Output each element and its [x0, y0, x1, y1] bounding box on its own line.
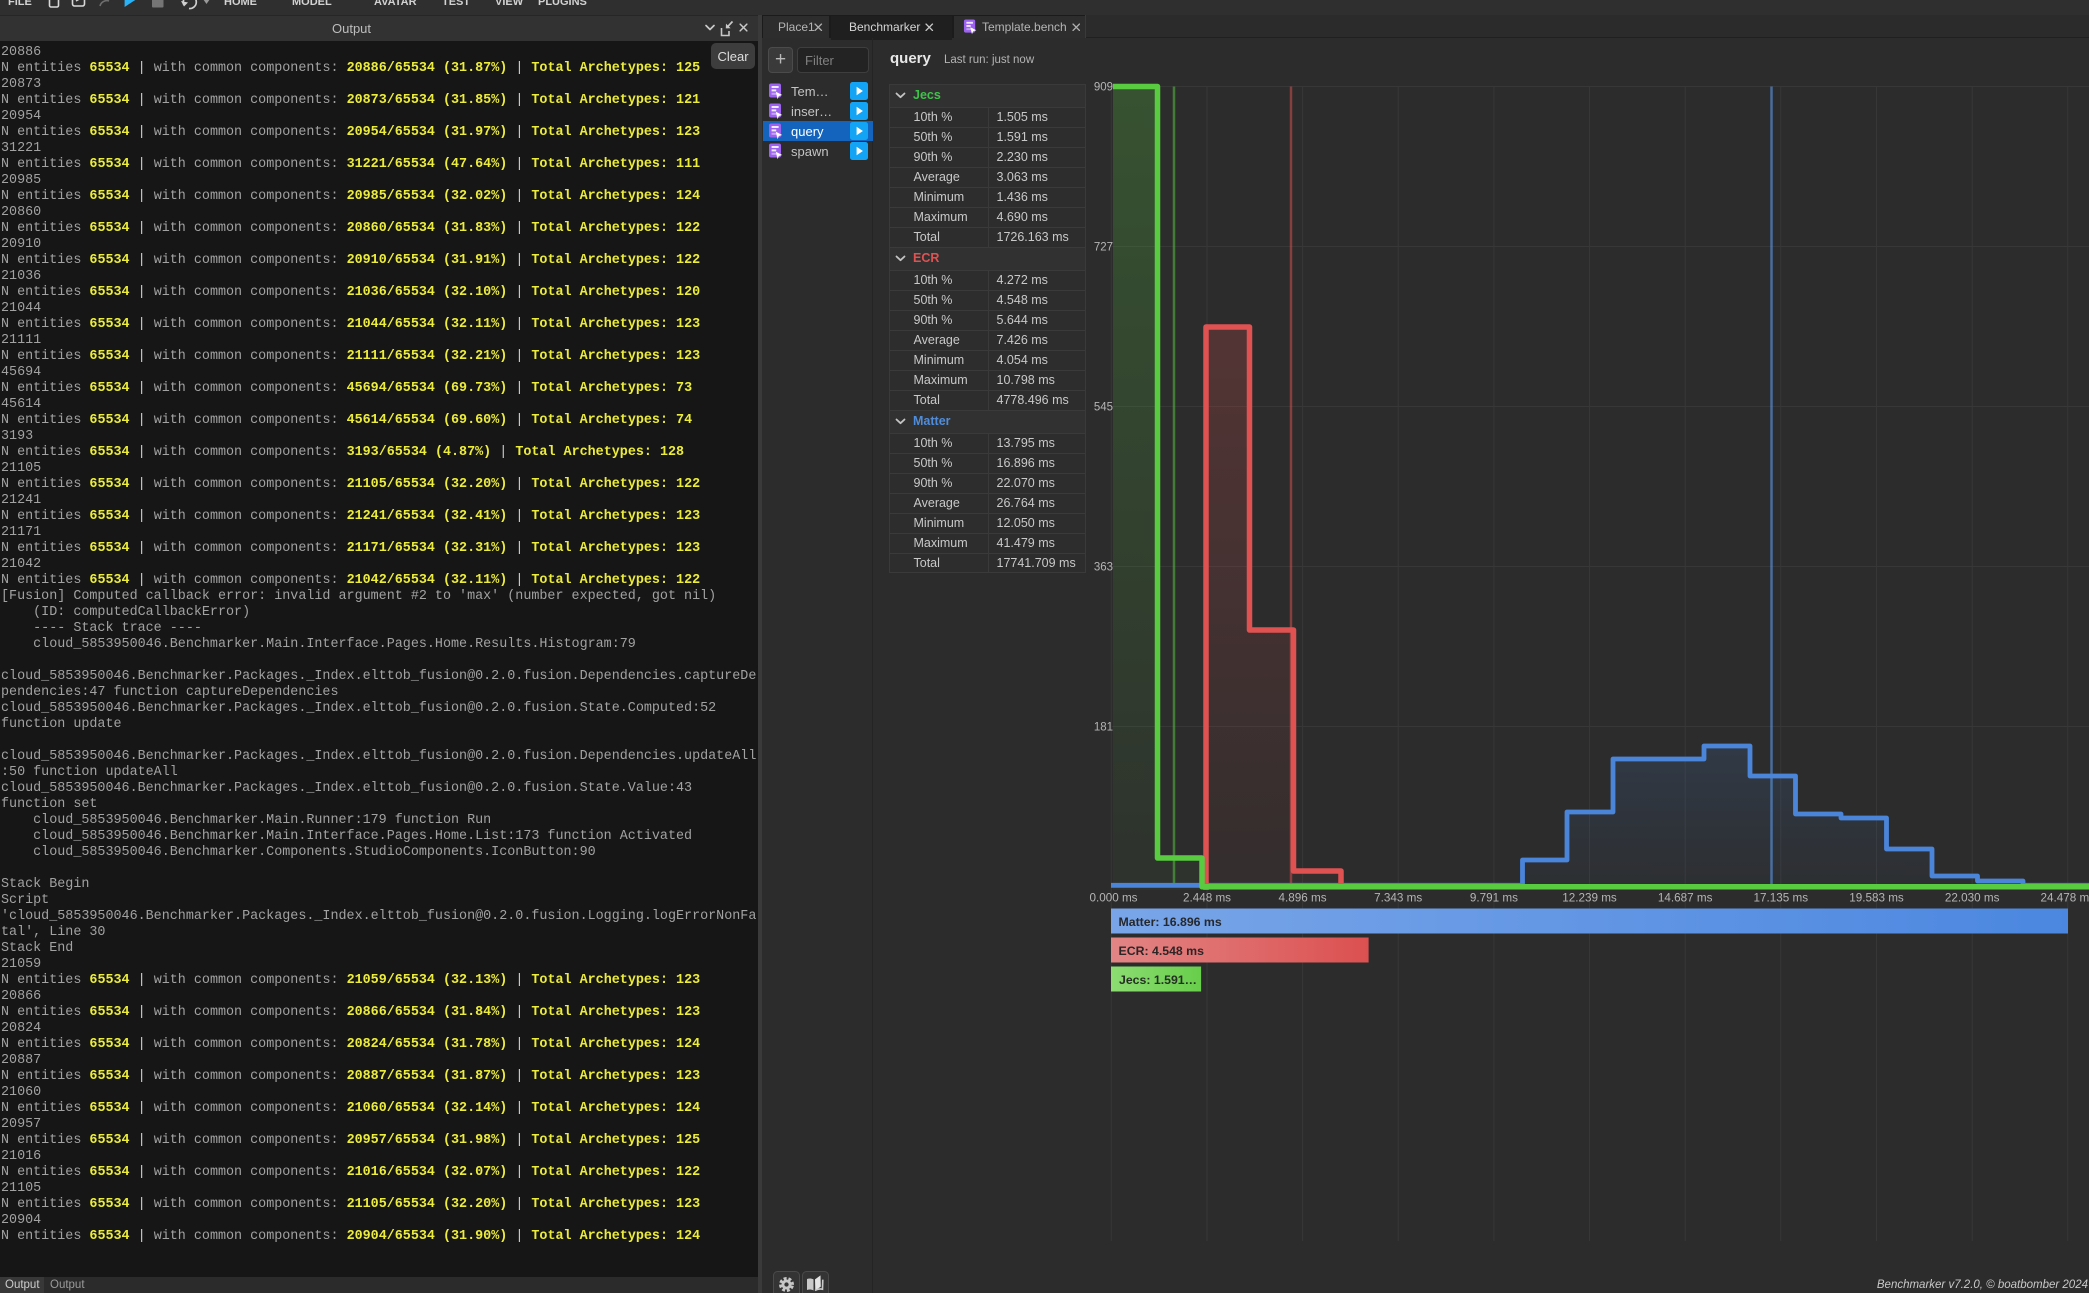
svg-text:7.343 ms: 7.343 ms: [1374, 892, 1422, 905]
svg-text:2.448 ms: 2.448 ms: [1183, 892, 1231, 905]
svg-text:545: 545: [1094, 402, 1113, 414]
svg-text:4.896 ms: 4.896 ms: [1279, 892, 1327, 905]
svg-text:909: 909: [1094, 82, 1113, 94]
svg-text:Jecs: 1.591…: Jecs: 1.591…: [1119, 973, 1197, 987]
svg-text:12.239 ms: 12.239 ms: [1562, 892, 1617, 905]
svg-text:22.030 ms: 22.030 ms: [1945, 892, 2000, 905]
svg-text:0.000 ms: 0.000 ms: [1089, 892, 1137, 905]
svg-text:363: 363: [1094, 562, 1113, 574]
svg-text:19.583 ms: 19.583 ms: [1849, 892, 1904, 905]
svg-text:ECR: 4.548 ms: ECR: 4.548 ms: [1119, 944, 1205, 958]
svg-text:9.791 ms: 9.791 ms: [1470, 892, 1518, 905]
svg-text:24.478 ms: 24.478 ms: [2041, 892, 2089, 905]
svg-text:Matter: 16.896 ms: Matter: 16.896 ms: [1119, 915, 1222, 929]
svg-text:181: 181: [1094, 722, 1113, 734]
svg-text:17.135 ms: 17.135 ms: [1754, 892, 1809, 905]
svg-text:14.687 ms: 14.687 ms: [1658, 892, 1713, 905]
svg-text:727: 727: [1094, 242, 1113, 254]
